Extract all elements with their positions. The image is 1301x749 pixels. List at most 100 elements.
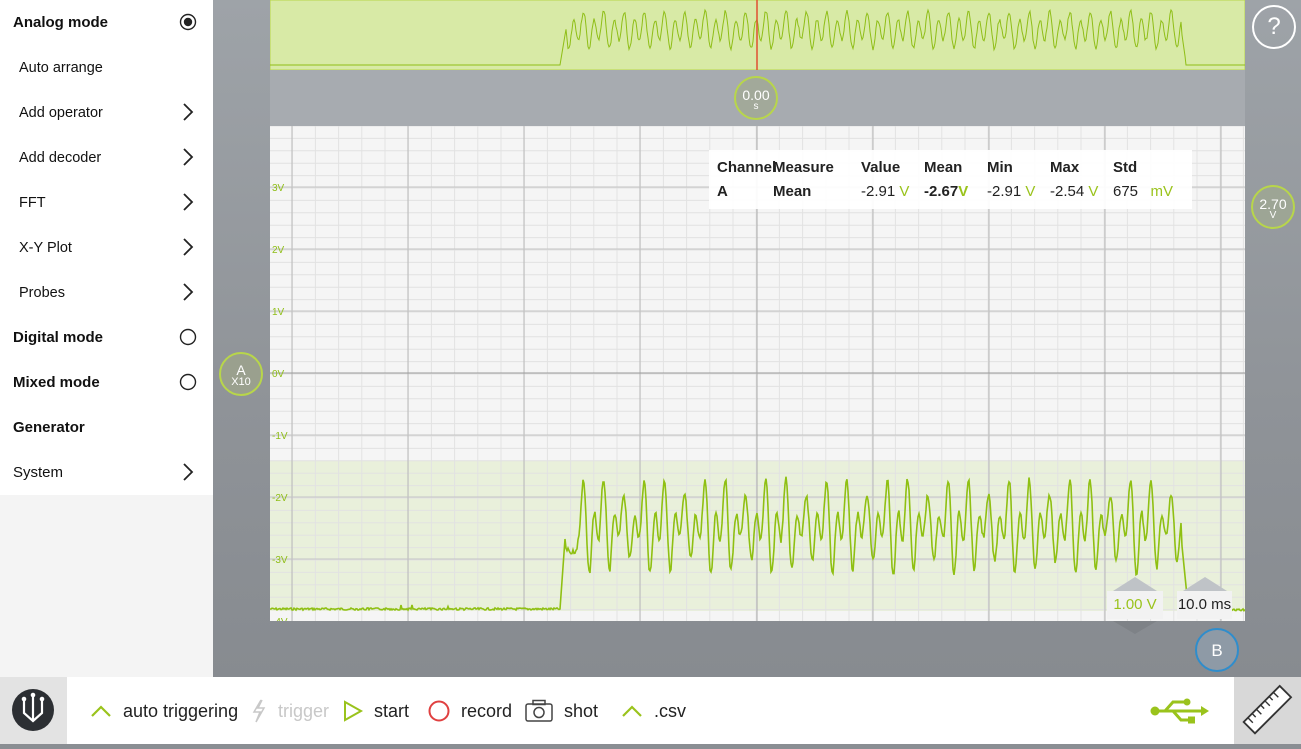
row-std-number: 675 [1113,183,1139,200]
channel-b-name: B [1211,641,1223,660]
sidebar-item-label: X-Y Plot [19,239,72,256]
row-channel: A [717,183,728,200]
record-icon [428,700,450,722]
sidebar-item-label: Generator [13,419,85,436]
shot-button[interactable]: shot [524,691,598,731]
measurement-table: Channel Measure Value Mean Min Max Std A… [709,150,1192,209]
sidebar-item-fft[interactable]: FFT [0,180,213,225]
row-std-unit: mV [1150,183,1174,200]
row-mean-number: -2.67 [924,183,959,200]
y-tick-label: 0V [272,369,285,380]
record-label: record [461,700,513,721]
sidebar-item-label: Analog mode [13,14,109,31]
trigger-button[interactable]: trigger [250,691,329,731]
row-value-unit: V [899,183,910,200]
header-measure: Measure [773,159,834,176]
row-mean: -2.67V [924,183,968,200]
chevron-right-icon [183,103,194,121]
row-max-number: -2.54 [1050,183,1085,200]
y-tick-label: -1V [272,431,288,442]
header-mean: Mean [924,159,963,176]
sidebar-item-digital-mode[interactable]: Digital mode [0,315,213,360]
row-min-number: -2.91 [987,183,1022,200]
sidebar-item-label: System [13,464,64,481]
row-value-number: -2.91 [861,183,896,200]
trigger-time-unit: s [753,101,759,112]
y-tick-label: 2V [272,245,285,256]
csv-button[interactable]: .csv [620,691,686,731]
auto-trigger-button[interactable]: auto triggering [89,691,238,731]
start-label: start [374,700,410,721]
usb-icon [1150,698,1209,724]
ruler-icon [1242,684,1293,735]
csv-label: .csv [654,700,687,721]
lightning-icon [252,699,266,723]
chevron-right-icon [183,283,194,301]
sidebar-item-label: Add decoder [19,149,102,166]
row-std: 675 mV [1113,183,1173,200]
sidebar-item-label: Digital mode [13,329,104,346]
row-min: -2.91 V [987,183,1035,200]
measure-button[interactable] [1234,677,1301,744]
row-mean-unit: V [958,183,969,200]
row-measure: Mean [773,183,812,200]
sidebar-item-label: Auto arrange [19,59,103,76]
help-button[interactable]: ? [1252,5,1296,49]
sidebar-item-label: Mixed mode [13,374,100,391]
trigger-level-marker[interactable]: 2.70 V [1251,185,1295,229]
sidebar: Analog mode Auto arrange Add operator Add d… [0,0,213,677]
sidebar-item-system[interactable]: System [0,450,213,495]
sidebar-item-analog-mode[interactable]: Analog mode [0,0,213,45]
channel-a-name: A [236,362,246,378]
chevron-up-icon [91,705,111,717]
radio-unselected-icon [179,373,197,391]
header-value: Value [861,159,901,176]
camera-icon [525,699,553,722]
header-max: Max [1050,159,1080,176]
volts-scale-up-arrow [1113,577,1157,591]
chevron-right-icon [183,193,194,211]
sidebar-item-probes[interactable]: Probes [0,270,213,315]
channel-a-marker[interactable]: A X10 [219,352,263,396]
sidebar-item-add-operator[interactable]: Add operator [0,90,213,135]
chevron-right-icon [183,463,194,481]
auto-trigger-label: auto triggering [123,700,239,721]
record-button[interactable]: record [427,691,512,731]
channel-b-marker[interactable]: B [1195,628,1239,672]
radio-selected-icon [179,13,197,31]
sidebar-item-label: FFT [19,194,46,211]
time-scale-up-arrow [1183,577,1227,591]
y-tick-label: 1V [272,307,285,318]
bottom-toolbar: auto triggering trigger start record sho… [67,677,1234,744]
trigger-time-marker[interactable]: 0.00 s [734,76,778,120]
row-value: -2.91 V [861,183,909,200]
start-button[interactable]: start [342,691,409,731]
time-per-div[interactable]: 10.0 ms [1177,591,1232,619]
chevron-right-icon [183,238,194,256]
channel-a-probe: X10 [231,376,251,388]
sidebar-item-x-y-plot[interactable]: X-Y Plot [0,225,213,270]
shot-label: shot [564,700,599,721]
sidebar-item-label: Add operator [19,104,103,121]
trigger-label: trigger [278,700,330,721]
volts-per-div[interactable]: 1.00 V [1107,591,1163,619]
trigger-level-unit: V [1269,210,1277,221]
usb-status [1149,691,1219,731]
trigger-level-value: 2.70 [1259,196,1287,212]
logo-button[interactable] [0,677,67,744]
y-tick-label: -3V [272,555,288,566]
y-tick-label: -4V [272,617,288,621]
sidebar-item-add-decoder[interactable]: Add decoder [0,135,213,180]
help-label: ? [1267,13,1281,40]
sidebar-item-mixed-mode[interactable]: Mixed mode [0,360,213,405]
sidebar-menu: Analog mode Auto arrange Add operator Add d… [0,0,213,495]
radio-unselected-icon [179,328,197,346]
logo-icon [12,689,54,731]
y-tick-label: -2V [272,493,288,504]
play-icon [344,700,364,722]
overview-strip[interactable] [270,0,1245,70]
chevron-right-icon [183,148,194,166]
chevron-up-icon [622,705,642,717]
sidebar-item-generator[interactable]: Generator [0,405,213,450]
sidebar-item-auto-arrange[interactable]: Auto arrange [0,45,213,90]
